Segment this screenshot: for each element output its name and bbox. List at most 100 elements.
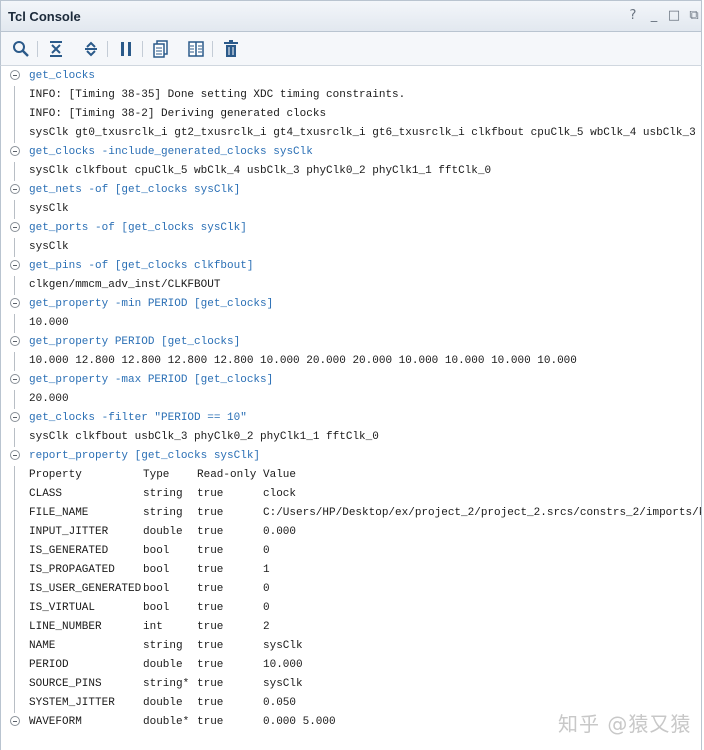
table-cell: PERIOD — [29, 659, 69, 671]
fold-toggle-icon[interactable] — [10, 146, 20, 156]
property-table-header: Property Type Read-only Value — [1, 466, 701, 485]
output-line: sysClk clkfbout cpuClk_5 wbClk_4 usbClk_… — [1, 162, 701, 181]
output-text: 10.000 12.800 12.800 12.800 12.800 10.00… — [29, 355, 577, 367]
search-icon[interactable] — [11, 39, 31, 59]
fold-toggle-icon[interactable] — [10, 716, 20, 726]
table-cell: INPUT_JITTER — [29, 526, 109, 538]
console-output[interactable]: get_clocks INFO: [Timing 38-35] Done sett… — [0, 66, 702, 750]
table-cell: double — [143, 526, 183, 538]
table-cell: true — [197, 507, 224, 519]
fold-guide — [14, 105, 15, 124]
table-cell: sysClk — [263, 640, 303, 652]
table-cell: int — [143, 621, 163, 633]
table-cell: true — [197, 564, 224, 576]
fold-guide — [14, 637, 15, 656]
copy-icon[interactable] — [151, 39, 171, 59]
table-cell: true — [197, 488, 224, 500]
column-header: Read-only — [197, 469, 257, 481]
column-header: Property — [29, 469, 82, 481]
fold-toggle-icon[interactable] — [10, 298, 20, 308]
fold-guide — [14, 675, 15, 694]
toolbar-separator — [107, 41, 108, 57]
table-cell: true — [197, 697, 224, 709]
fold-guide — [14, 276, 15, 295]
table-cell: string — [143, 488, 183, 500]
fold-guide — [14, 238, 15, 257]
help-icon[interactable]: ? — [626, 9, 640, 23]
command-line: get_property PERIOD [get_clocks] — [1, 333, 701, 352]
fold-toggle-icon[interactable] — [10, 374, 20, 384]
output-line: sysClk — [1, 238, 701, 257]
expand-all-icon[interactable] — [81, 39, 101, 59]
fold-toggle-icon[interactable] — [10, 222, 20, 232]
fold-guide — [14, 390, 15, 409]
fold-toggle-icon[interactable] — [10, 412, 20, 422]
output-line: sysClk gt0_txusrclk_i gt2_txusrclk_i gt4… — [1, 124, 701, 143]
fold-guide — [14, 428, 15, 447]
clear-icon[interactable] — [221, 39, 241, 59]
table-cell: 10.000 — [263, 659, 303, 671]
output-text: clkgen/mmcm_adv_inst/CLKFBOUT — [29, 279, 221, 291]
fold-guide — [14, 656, 15, 675]
property-table-row: IS_GENERATED bool true 0 — [1, 542, 701, 561]
fold-toggle-icon[interactable] — [10, 336, 20, 346]
property-table-row: PERIOD double true 10.000 — [1, 656, 701, 675]
table-cell: string — [143, 640, 183, 652]
output-text: sysClk — [29, 241, 69, 253]
command-text: get_ports -of [get_clocks sysClk] — [29, 222, 247, 234]
command-line: get_property -max PERIOD [get_clocks] — [1, 371, 701, 390]
table-cell: bool — [143, 564, 170, 576]
property-table-row: INPUT_JITTER double true 0.000 — [1, 523, 701, 542]
table-cell: double* — [143, 716, 190, 728]
property-table-row: CLASS string true clock — [1, 485, 701, 504]
command-text: get_clocks -filter "PERIOD == 10" — [29, 412, 247, 424]
fold-guide — [14, 86, 15, 105]
output-line: 20.000 — [1, 390, 701, 409]
fold-toggle-icon[interactable] — [10, 260, 20, 270]
table-cell: sysClk — [263, 678, 303, 690]
minimize-icon[interactable]: _ — [647, 9, 661, 23]
table-cell: IS_PROPAGATED — [29, 564, 115, 576]
command-text: report_property [get_clocks sysClk] — [29, 450, 261, 462]
command-text: get_property -min PERIOD [get_clocks] — [29, 298, 274, 310]
fold-toggle-icon[interactable] — [10, 70, 20, 80]
command-line: report_property [get_clocks sysClk] — [1, 447, 701, 466]
output-line: sysClk — [1, 200, 701, 219]
command-line: get_pins -of [get_clocks clkfbout] — [1, 257, 701, 276]
table-cell: 0 — [263, 583, 270, 595]
columns-icon[interactable] — [186, 39, 206, 59]
fold-guide — [14, 314, 15, 333]
float-icon[interactable]: ⧉ — [687, 9, 701, 23]
output-line: sysClk clkfbout usbClk_3 phyClk0_2 phyCl… — [1, 428, 701, 447]
command-line: get_property -min PERIOD [get_clocks] — [1, 295, 701, 314]
collapse-all-icon[interactable] — [46, 39, 66, 59]
fold-guide — [14, 200, 15, 219]
table-cell: true — [197, 526, 224, 538]
property-table-row: IS_USER_GENERATED bool true 0 — [1, 580, 701, 599]
output-line: 10.000 — [1, 314, 701, 333]
command-text: get_nets -of [get_clocks sysClk] — [29, 184, 241, 196]
maximize-icon[interactable]: □ — [667, 9, 681, 23]
output-line: 10.000 12.800 12.800 12.800 12.800 10.00… — [1, 352, 701, 371]
output-text: sysClk — [29, 203, 69, 215]
table-cell: 0.000 5.000 — [263, 716, 336, 728]
output-text: sysClk clkfbout cpuClk_5 wbClk_4 usbClk_… — [29, 165, 492, 177]
table-cell: double — [143, 659, 183, 671]
fold-guide — [14, 561, 15, 580]
fold-toggle-icon[interactable] — [10, 450, 20, 460]
output-text: sysClk clkfbout usbClk_3 phyClk0_2 phyCl… — [29, 431, 379, 443]
fold-toggle-icon[interactable] — [10, 184, 20, 194]
output-text: 10.000 — [29, 317, 69, 329]
table-cell: bool — [143, 583, 170, 595]
output-text: INFO: [Timing 38-35] Done setting XDC ti… — [29, 89, 406, 101]
table-cell: CLASS — [29, 488, 63, 500]
console-title-bar: Tcl Console ? _ □ ⧉ — [0, 0, 702, 32]
table-cell: string* — [143, 678, 190, 690]
column-header: Value — [263, 469, 297, 481]
command-text: get_clocks — [29, 70, 96, 82]
output-line: INFO: [Timing 38-2] Deriving generated c… — [1, 105, 701, 124]
output-text: INFO: [Timing 38-2] Deriving generated c… — [29, 108, 327, 120]
table-cell: 0 — [263, 545, 270, 557]
toolbar-separator — [142, 41, 143, 57]
pause-icon[interactable] — [116, 39, 136, 59]
